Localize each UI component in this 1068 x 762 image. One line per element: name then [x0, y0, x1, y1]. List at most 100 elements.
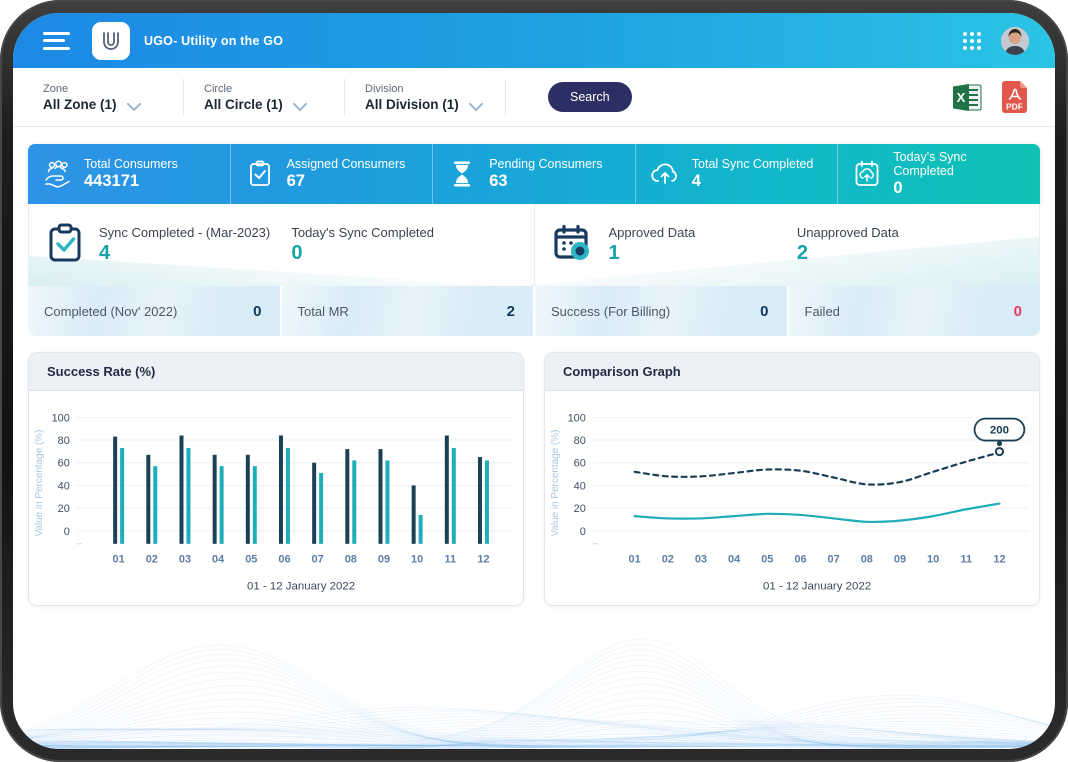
total-value: 0 — [760, 303, 768, 320]
comparison-line-chart[interactable]: 02040608010001020304050607080910111201 -… — [545, 391, 1039, 605]
stat-label: Assigned Consumers — [287, 157, 406, 171]
screenshot-stage: UGO- Utility on the GO — [0, 0, 1068, 762]
total-value: 2 — [507, 303, 515, 320]
circle-select[interactable]: Circle All Circle (1) — [200, 83, 328, 112]
hamburger-menu-icon[interactable] — [43, 32, 70, 50]
total-mr: Total MR 2 — [282, 286, 534, 336]
stat-label: Total Sync Completed — [692, 157, 814, 171]
summary-value: 2 — [797, 242, 1039, 265]
svg-text:03: 03 — [695, 554, 707, 566]
kpi-cards-row: Total Consumers 443171 — [28, 144, 1040, 204]
svg-text:Value in Percentage (%): Value in Percentage (%) — [550, 430, 561, 537]
circle-value: All Circle (1) — [204, 97, 283, 112]
total-value: 0 — [253, 303, 261, 320]
stat-value: 443171 — [84, 172, 178, 191]
zone-label: Zone — [43, 83, 117, 95]
chevron-down-icon — [127, 103, 141, 112]
success-rate-bar-chart[interactable]: 02040608010001020304050607080910111201 -… — [29, 391, 523, 605]
svg-text:01 - 12 January 2022: 01 - 12 January 2022 — [247, 581, 355, 593]
chevron-down-icon — [469, 103, 483, 112]
svg-text:06: 06 — [278, 554, 290, 566]
svg-text:05: 05 — [761, 554, 773, 566]
success-rate-chart-card: Success Rate (%) 02040608010001020304050… — [28, 352, 524, 606]
svg-text:40: 40 — [574, 480, 586, 492]
svg-text:10: 10 — [927, 554, 939, 566]
division-value: All Division (1) — [365, 97, 459, 112]
svg-text:06: 06 — [794, 554, 806, 566]
svg-text:11: 11 — [445, 554, 457, 566]
circle-label: Circle — [204, 83, 283, 95]
svg-text:X: X — [957, 90, 966, 105]
svg-text:PDF: PDF — [1006, 102, 1023, 112]
pdf-icon: PDF — [1000, 81, 1029, 113]
svg-text:01: 01 — [629, 554, 641, 566]
app-title: UGO- Utility on the GO — [144, 34, 283, 48]
svg-text:04: 04 — [728, 554, 741, 566]
stat-label: Total Consumers — [84, 157, 178, 171]
division-select[interactable]: Division All Division (1) — [361, 83, 489, 112]
stat-card-total-consumers[interactable]: Total Consumers 443171 — [28, 144, 230, 204]
svg-text:200: 200 — [990, 425, 1009, 437]
svg-text:20: 20 — [58, 503, 70, 515]
svg-text:04: 04 — [212, 554, 225, 566]
approved-data: Approved Data 1 — [609, 225, 696, 265]
calendar-upload-icon — [852, 160, 881, 188]
summary-value: 4 — [99, 242, 270, 265]
total-label: Failed — [805, 304, 840, 319]
svg-text:100: 100 — [568, 412, 586, 424]
svg-text:60: 60 — [58, 458, 70, 470]
zone-select[interactable]: Zone All Zone (1) — [39, 83, 167, 112]
svg-text:09: 09 — [378, 554, 390, 566]
stat-value: 4 — [692, 172, 814, 191]
svg-text:07: 07 — [828, 554, 840, 566]
divider — [344, 79, 345, 115]
chart-header: Comparison Graph — [545, 353, 1039, 391]
svg-text:10: 10 — [411, 554, 423, 566]
svg-text:60: 60 — [574, 458, 586, 470]
stat-label: Today's Sync Completed — [893, 150, 1026, 178]
svg-text:02: 02 — [146, 554, 158, 566]
svg-text:80: 80 — [58, 435, 70, 447]
clipboard-check-icon — [245, 160, 275, 188]
summary-value: 1 — [609, 242, 696, 265]
dashboard-content: Total Consumers 443171 — [13, 127, 1055, 606]
stat-card-pending-consumers[interactable]: Pending Consumers 63 — [432, 144, 635, 204]
svg-text:09: 09 — [894, 554, 906, 566]
stat-card-total-sync[interactable]: Total Sync Completed 4 — [635, 144, 838, 204]
chart-title: Success Rate (%) — [47, 364, 155, 379]
export-excel-button[interactable]: X — [951, 82, 984, 113]
chart-title: Comparison Graph — [563, 364, 681, 379]
divider — [505, 79, 506, 115]
total-value-failed: 0 — [1014, 303, 1022, 320]
svg-text:08: 08 — [861, 554, 873, 566]
summary-label: Unapproved Data — [797, 225, 1039, 240]
consumers-icon — [42, 160, 72, 188]
svg-text:03: 03 — [179, 554, 191, 566]
charts-row: Success Rate (%) 0 20 40 60 80 100 01 02 03 04 05 0… — [28, 352, 1040, 606]
total-success-billing: Success (For Billing) 0 — [535, 286, 787, 336]
svg-text:0: 0 — [580, 526, 586, 538]
summary-label: Approved Data — [609, 225, 696, 240]
divider — [183, 79, 184, 115]
user-avatar[interactable] — [1001, 27, 1029, 55]
svg-text:07: 07 — [312, 554, 324, 566]
filter-bar: Zone All Zone (1) Circle All Circle (1) — [13, 68, 1055, 127]
stat-card-assigned-consumers[interactable]: Assigned Consumers 67 — [230, 144, 433, 204]
u-logo-icon — [99, 29, 123, 53]
sync-completed-mar: Sync Completed - (Mar-2023) 4 — [99, 225, 270, 265]
summary-value: 0 — [291, 242, 533, 265]
app-logo — [92, 22, 130, 60]
svg-text:40: 40 — [58, 480, 70, 492]
apps-grid-icon[interactable] — [961, 30, 983, 52]
division-label: Division — [365, 83, 459, 95]
search-button[interactable]: Search — [548, 82, 632, 112]
svg-text:01 - 12 January 2022: 01 - 12 January 2022 — [763, 581, 871, 593]
svg-text:05: 05 — [245, 554, 257, 566]
stat-card-todays-sync[interactable]: Today's Sync Completed 0 — [837, 144, 1040, 204]
svg-text:01: 01 — [113, 554, 125, 566]
todays-sync-completed: Today's Sync Completed 0 — [291, 225, 533, 265]
summary-right: Approved Data 1 Unapproved Data 2 — [534, 204, 1040, 286]
export-pdf-button[interactable]: PDF — [1000, 81, 1029, 113]
clipboard-check-icon — [47, 223, 83, 268]
comparison-graph-card: Comparison Graph 02040608010001020304050… — [544, 352, 1040, 606]
